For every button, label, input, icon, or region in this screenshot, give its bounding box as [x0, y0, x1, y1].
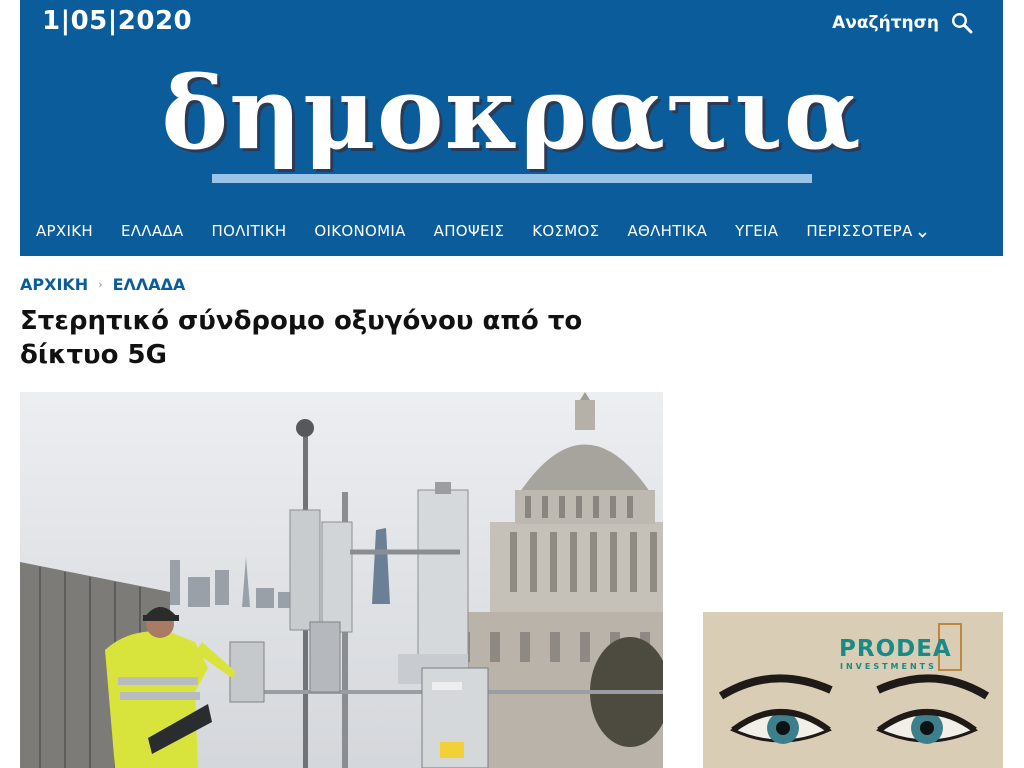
nav-item-label: ΠΕΡΙΣΣΟΤΕΡΑ [806, 222, 913, 240]
article-hero-image [20, 392, 663, 768]
article-title-line2: δίκτυο 5G [20, 340, 167, 370]
nav-item-opinions[interactable]: ΑΠΟΨΕΙΣ [434, 219, 519, 243]
nav-item-label: ΠΟΛΙΤΙΚΗ [211, 222, 287, 240]
nav-item-economy[interactable]: ΟΙΚΟΝΟΜΙΑ [314, 219, 419, 243]
logo-text: δημοκρατια [161, 54, 862, 172]
site-header: 1|05|2020 Αναζήτηση δημοκρατια ΑΡΧΙΚΗ ΕΛ… [20, 0, 1003, 256]
nav-item-label: ΕΛΛΑΔΑ [120, 222, 184, 240]
nav-item-label: ΚΟΣΜΟΣ [532, 222, 600, 240]
nav-item-home[interactable]: ΑΡΧΙΚΗ [36, 219, 107, 243]
chevron-down-icon [917, 226, 928, 238]
search-icon [951, 12, 973, 34]
search-label: Αναζήτηση [832, 13, 939, 33]
nav-item-label: ΥΓΕΙΑ [735, 222, 779, 240]
main-nav: ΑΡΧΙΚΗ ΕΛΛΑΔΑ ΠΟΛΙΤΙΚΗ ΟΙΚΟΝΟΜΙΑ ΑΠΟΨΕΙΣ… [36, 219, 956, 243]
nav-item-label: ΑΡΧΙΚΗ [36, 222, 93, 240]
article-title: Στερητικό σύνδρομο οξυγόνου από το δίκτυ… [20, 304, 620, 372]
search-button[interactable]: Αναζήτηση [832, 10, 973, 36]
nav-item-sports[interactable]: ΑΘΛΗΤΙΚΑ [627, 219, 721, 243]
chevron-right-icon: › [98, 278, 103, 291]
nav-item-greece[interactable]: ΕΛΛΑΔΑ [121, 219, 198, 243]
nav-item-more[interactable]: ΠΕΡΙΣΣΟΤΕΡΑ [806, 219, 941, 243]
site-logo[interactable]: δημοκρατια [20, 54, 1003, 172]
article-title-line1: Στερητικό σύνδρομο οξυγόνου από το [20, 306, 583, 336]
advertisement[interactable]: PRODEA INVESTMENTS [703, 612, 1003, 768]
ad-subtitle: INVESTMENTS [840, 662, 937, 671]
ad-brand: PRODEA [839, 636, 952, 662]
nav-item-label: ΑΠΟΨΕΙΣ [433, 222, 505, 240]
logo-underline [212, 174, 812, 183]
nav-item-label: ΑΘΛΗΤΙΚΑ [627, 222, 708, 240]
nav-item-world[interactable]: ΚΟΣΜΟΣ [532, 219, 613, 243]
breadcrumb: ΑΡΧΙΚΗ › ΕΛΛΑΔΑ [20, 275, 185, 294]
breadcrumb-section[interactable]: ΕΛΛΑΔΑ [113, 275, 186, 294]
breadcrumb-home[interactable]: ΑΡΧΙΚΗ [20, 275, 88, 294]
nav-item-label: ΟΙΚΟΝΟΜΙΑ [314, 222, 406, 240]
nav-item-health[interactable]: ΥΓΕΙΑ [735, 219, 792, 243]
current-date: 1|05|2020 [42, 6, 193, 36]
nav-item-politics[interactable]: ΠΟΛΙΤΙΚΗ [212, 219, 301, 243]
